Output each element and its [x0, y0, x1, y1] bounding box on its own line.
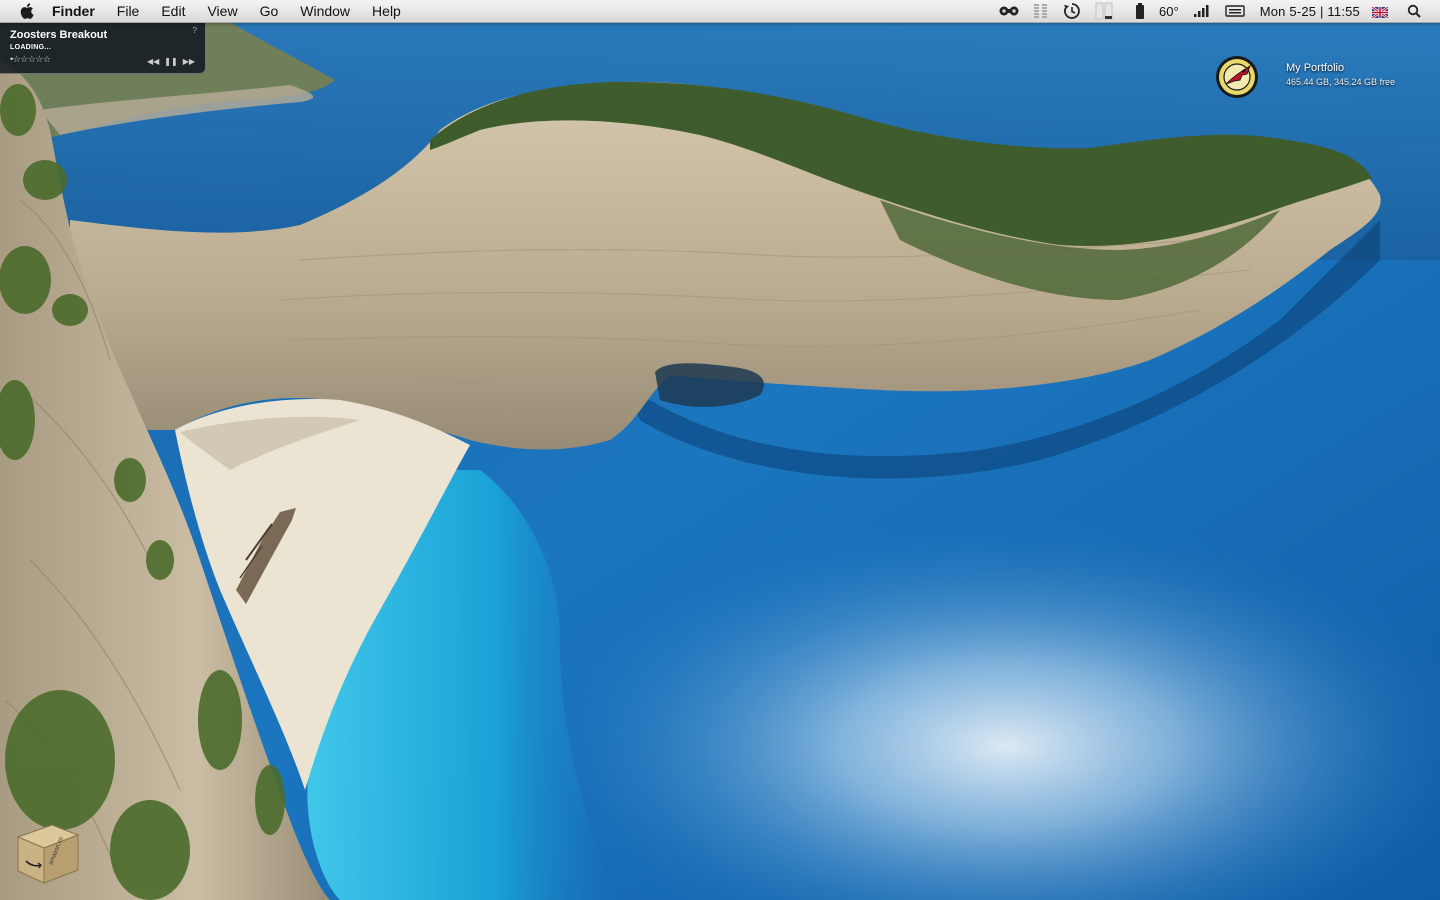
menu-app-finder[interactable]: Finder: [50, 0, 106, 22]
playback-controls: ◀◀ ❚❚ ▶▶: [147, 57, 195, 66]
uk-flag-icon[interactable]: [1371, 5, 1389, 19]
help-icon[interactable]: ?: [193, 26, 197, 35]
pause-icon[interactable]: ❚❚: [164, 57, 177, 66]
remote-desktop-icon[interactable]: [999, 0, 1019, 22]
menu-edit[interactable]: Edit: [150, 0, 196, 22]
now-playing-status: LOADING...: [10, 44, 52, 51]
battery-icon[interactable]: [1135, 0, 1145, 22]
menu-help[interactable]: Help: [361, 0, 412, 22]
disk-capacity: 465.44 GB, 345.24 GB free: [1286, 77, 1396, 87]
previous-track-icon[interactable]: ◀◀: [147, 57, 159, 66]
menu-window[interactable]: Window: [289, 0, 361, 22]
now-playing-title: Zoosters Breakout: [10, 29, 108, 41]
cpu-meter-icon[interactable]: [1033, 0, 1049, 22]
next-track-icon[interactable]: ▶▶: [183, 57, 195, 66]
keyboard-icon[interactable]: [1225, 0, 1245, 22]
disk-widget[interactable]: My Portfolio 465.44 GB, 345.24 GB free: [1214, 52, 1434, 100]
disk-name: My Portfolio: [1286, 62, 1345, 74]
desktop-wallpaper: [0, 0, 1440, 900]
wifi-signal-icon[interactable]: [1193, 0, 1211, 22]
now-playing-rating[interactable]: •☆☆☆☆☆: [10, 54, 51, 65]
planet-express-disk-icon[interactable]: [1214, 54, 1260, 100]
temperature-readout: 60°: [1159, 3, 1179, 19]
apple-menu-icon[interactable]: [18, 2, 36, 20]
menu-file[interactable]: File: [106, 0, 151, 22]
memory-meter-icon[interactable]: [1095, 0, 1121, 22]
amazon-box-icon[interactable]: amazon.co: [12, 815, 84, 887]
menu-go[interactable]: Go: [249, 0, 290, 22]
menu-view[interactable]: View: [196, 0, 248, 22]
menu-bar: Finder File Edit View Go Window Help 60°…: [0, 0, 1440, 23]
time-machine-icon[interactable]: [1063, 0, 1081, 22]
menubar-clock[interactable]: Mon 5-25 | 11:55: [1260, 4, 1360, 19]
spotlight-icon[interactable]: [1407, 0, 1421, 22]
now-playing-widget[interactable]: Zoosters Breakout LOADING... •☆☆☆☆☆ ? ◀◀…: [0, 22, 206, 74]
